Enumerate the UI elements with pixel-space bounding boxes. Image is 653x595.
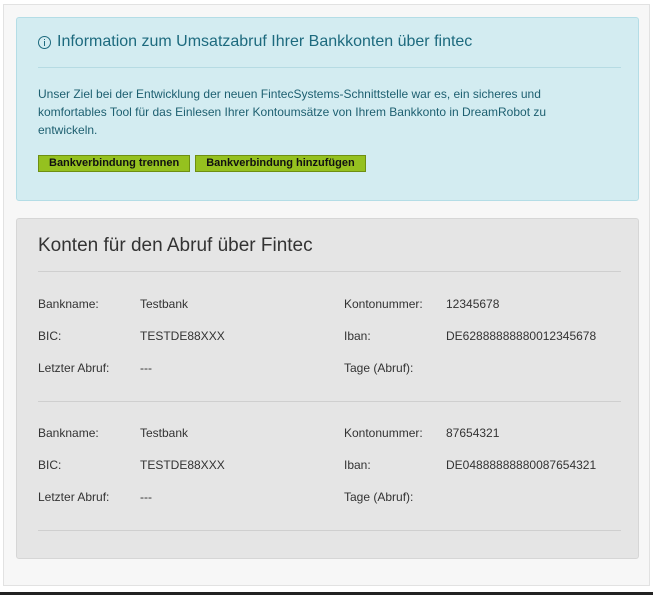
bic-value: TESTDE88XXX xyxy=(140,329,225,343)
bic-label: BIC: xyxy=(38,458,62,472)
account-divider xyxy=(38,530,621,531)
days-label: Tage (Abruf): xyxy=(344,361,414,375)
last-fetch-value: --- xyxy=(140,490,152,504)
iban-value: DE62888888880012345678 xyxy=(446,329,597,343)
add-bank-button[interactable]: Bankverbindung hinzufügen xyxy=(195,155,366,172)
account-entry: Bankname: Testbank Kontonummer: 87654321… xyxy=(38,417,621,513)
info-panel-title: Information zum Umsatzabruf Ihrer Bankko… xyxy=(38,31,472,53)
info-description: Unser Ziel bei der Entwicklung der neuen… xyxy=(38,87,547,137)
iban-label: Iban: xyxy=(344,458,371,472)
page-container: Information zum Umsatzabruf Ihrer Bankko… xyxy=(3,4,650,586)
bankname-label: Bankname: xyxy=(38,297,99,311)
info-button-row: Bankverbindung trennen Bankverbindung hi… xyxy=(38,155,366,172)
bankname-value: Testbank xyxy=(140,297,189,311)
account-number-label: Kontonummer: xyxy=(344,426,423,440)
accounts-title: Konten für den Abruf über Fintec xyxy=(38,235,313,256)
info-title-text: Information zum Umsatzabruf Ihrer Bankko… xyxy=(57,33,473,50)
info-divider xyxy=(38,67,621,68)
bic-value: TESTDE88XXX xyxy=(140,458,225,472)
last-fetch-label: Letzter Abruf: xyxy=(38,361,110,375)
bankname-label: Bankname: xyxy=(38,426,99,440)
iban-value: DE04888888880087654321 xyxy=(446,458,597,472)
days-label: Tage (Abruf): xyxy=(344,490,414,504)
account-number-value: 12345678 xyxy=(446,297,500,311)
info-panel: Information zum Umsatzabruf Ihrer Bankko… xyxy=(16,17,639,201)
bic-label: BIC: xyxy=(38,329,62,343)
bankname-value: Testbank xyxy=(140,426,189,440)
account-divider xyxy=(38,401,621,402)
last-fetch-value: --- xyxy=(140,361,152,375)
info-circle-icon xyxy=(38,35,51,49)
iban-label: Iban: xyxy=(344,329,371,343)
accounts-divider xyxy=(38,271,621,272)
last-fetch-label: Letzter Abruf: xyxy=(38,490,110,504)
disconnect-bank-button[interactable]: Bankverbindung trennen xyxy=(38,155,191,172)
account-entry: Bankname: Testbank Kontonummer: 12345678… xyxy=(38,288,621,384)
accounts-panel: Konten für den Abruf über Fintec Banknam… xyxy=(16,218,639,559)
account-number-value: 87654321 xyxy=(446,426,500,440)
account-number-label: Kontonummer: xyxy=(344,297,423,311)
